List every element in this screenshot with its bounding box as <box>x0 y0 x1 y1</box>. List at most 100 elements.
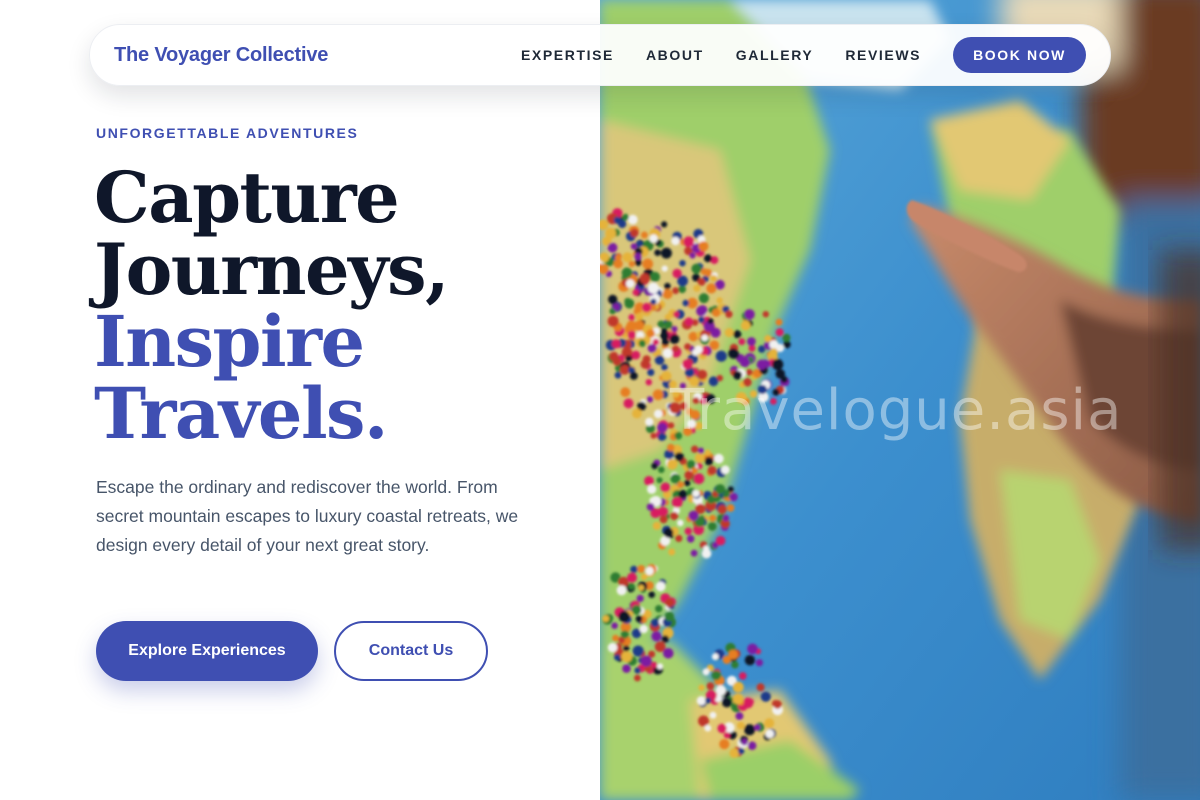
brand-logo[interactable]: The Voyager Collective <box>114 44 328 67</box>
map-pin <box>636 594 644 603</box>
map-pin <box>623 398 634 409</box>
map-pin <box>662 348 673 359</box>
map-pin <box>709 514 717 522</box>
map-pin <box>647 484 657 494</box>
map-pin <box>613 216 622 224</box>
map-pin <box>741 738 748 746</box>
headline-line-1: Capture <box>94 156 400 239</box>
map-pin <box>618 610 630 623</box>
map-pin <box>740 320 751 331</box>
map-pin <box>720 465 730 475</box>
map-pin <box>608 294 618 305</box>
map-pin <box>702 668 710 676</box>
map-pin <box>713 453 724 464</box>
map-pin <box>664 611 675 622</box>
map-pin <box>657 422 668 433</box>
map-pin <box>609 351 619 362</box>
map-pin <box>715 484 726 495</box>
map-pin <box>611 339 621 349</box>
map-pin <box>769 340 779 350</box>
map-pin <box>635 615 643 623</box>
map-pin <box>635 312 644 321</box>
map-pin <box>760 691 771 702</box>
map-pin <box>622 252 633 263</box>
map-pin <box>649 234 658 243</box>
map-pin <box>614 654 621 661</box>
map-pin <box>744 655 756 666</box>
map-pin <box>671 496 683 508</box>
nav-link-expertise[interactable]: EXPERTISE <box>521 47 614 63</box>
map-pin <box>611 622 618 629</box>
map-pin <box>663 648 674 659</box>
map-pin <box>738 338 746 346</box>
hero-description: Escape the ordinary and rediscover the w… <box>96 477 519 555</box>
map-pin <box>630 565 638 574</box>
map-pin <box>659 515 668 524</box>
map-pin <box>764 718 775 729</box>
map-pin <box>738 747 745 755</box>
map-pin <box>671 236 680 246</box>
map-pin <box>675 534 683 543</box>
map-pin <box>674 452 684 462</box>
map-pin <box>754 724 761 731</box>
map-pin <box>712 308 721 317</box>
map-pin <box>692 489 700 498</box>
nav-link-about[interactable]: ABOUT <box>646 47 704 63</box>
map-pin <box>698 241 709 252</box>
map-pin <box>614 254 622 261</box>
map-pin <box>664 320 673 329</box>
map-pin <box>651 631 662 642</box>
map-pin <box>631 605 642 615</box>
map-pin <box>782 333 791 342</box>
map-pin <box>650 432 657 439</box>
nav-link-reviews[interactable]: REVIEWS <box>845 47 921 63</box>
map-pin <box>662 289 673 299</box>
map-pin <box>622 664 631 673</box>
map-pin <box>642 258 654 270</box>
map-pin <box>628 314 635 321</box>
map-pin <box>732 681 744 693</box>
map-pin <box>769 348 778 357</box>
map-pin <box>655 605 663 613</box>
map-pin <box>697 278 706 286</box>
nav-link-gallery[interactable]: GALLERY <box>736 47 814 63</box>
map-pin <box>682 359 693 370</box>
map-pin <box>722 514 730 522</box>
map-pin <box>744 724 756 736</box>
map-pin <box>647 368 655 376</box>
map-pin <box>683 236 695 248</box>
map-pin <box>621 213 629 221</box>
map-pin <box>678 489 688 499</box>
explore-experiences-button[interactable]: Explore Experiences <box>96 621 318 681</box>
map-pin <box>667 443 675 452</box>
map-pin <box>716 297 723 304</box>
map-pin <box>650 618 660 628</box>
map-pin <box>711 670 722 681</box>
map-pin <box>756 683 765 692</box>
map-pin <box>747 643 758 655</box>
map-pin <box>638 339 646 347</box>
book-now-button[interactable]: BOOK NOW <box>953 37 1086 73</box>
map-pin <box>732 693 744 705</box>
map-pin <box>661 265 668 272</box>
headline-line-3: Inspire <box>94 300 365 383</box>
map-pin <box>677 275 688 287</box>
map-pin <box>704 449 711 456</box>
map-pin <box>645 417 654 427</box>
map-pin <box>628 260 635 268</box>
map-pin <box>701 334 709 342</box>
map-pin <box>640 359 650 369</box>
map-pin <box>715 685 726 696</box>
map-pin <box>653 409 663 419</box>
map-pin <box>731 661 739 669</box>
map-pin <box>729 748 740 758</box>
map-pin <box>649 271 661 282</box>
map-pin <box>710 275 718 282</box>
map-pin <box>775 328 784 337</box>
headline-line-4: Travels. <box>94 372 388 455</box>
map-pin <box>707 465 717 475</box>
contact-us-button[interactable]: Contact Us <box>334 621 488 681</box>
map-pin <box>620 387 631 398</box>
map-pin <box>684 527 692 535</box>
map-pin <box>724 328 734 338</box>
